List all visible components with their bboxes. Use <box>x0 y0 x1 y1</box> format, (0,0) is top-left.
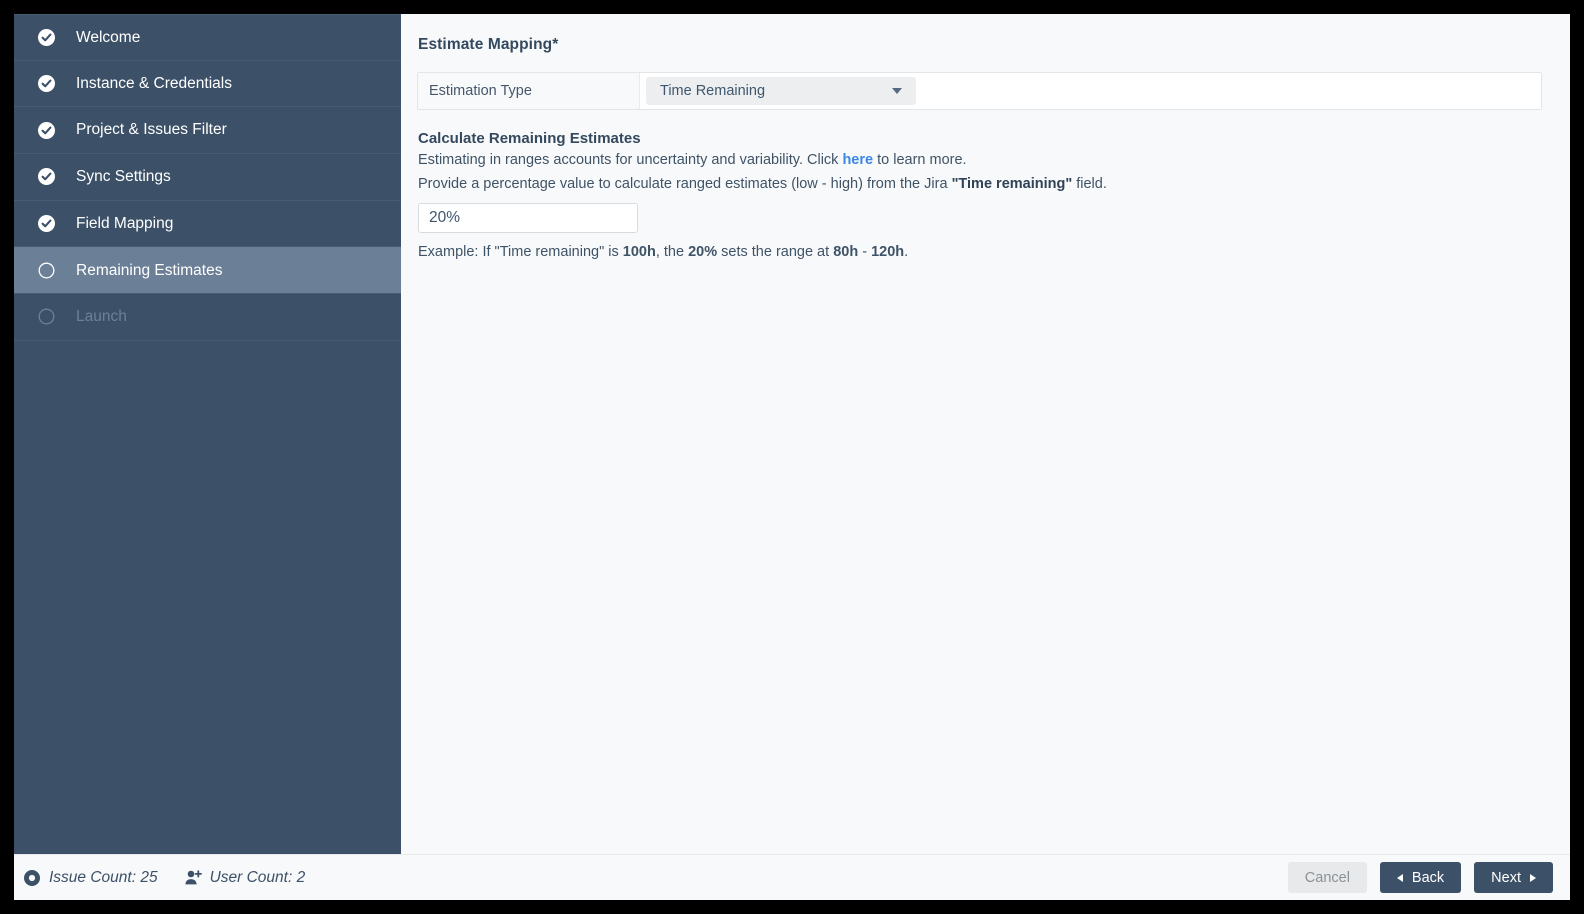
calc-line2-text-2: field. <box>1072 175 1107 192</box>
sidebar-item-field-mapping[interactable]: Field Mapping <box>14 201 401 248</box>
check-circle-icon <box>38 215 55 233</box>
empty-circle-icon <box>38 308 55 325</box>
calc-line2-field-name: "Time remaining" <box>951 175 1073 192</box>
chevron-right-icon <box>1530 873 1536 882</box>
estimation-type-dropdown[interactable]: Time Remaining <box>646 77 916 105</box>
check-circle-icon <box>38 75 55 93</box>
example-text-1: Example: If "Time remaining" is <box>418 244 623 261</box>
status-bar: Issue Count: 25 User Count: 2 <box>23 869 1288 887</box>
back-button-label: Back <box>1411 869 1445 886</box>
main-content: Estimate Mapping* Estimation Type Time R… <box>401 14 1570 854</box>
sidebar-empty-space <box>14 340 401 854</box>
example-value-high: 120h <box>871 244 905 261</box>
check-circle-icon <box>38 168 55 186</box>
calc-line2-text-1: Provide a percentage value to calculate … <box>418 175 952 192</box>
example-text-4: - <box>858 244 872 261</box>
issue-count-status: Issue Count: 25 <box>23 869 158 887</box>
sidebar-item-sync-settings[interactable]: Sync Settings <box>14 154 401 201</box>
sidebar-item-launch: Launch <box>14 294 401 341</box>
example-value-percent: 20% <box>688 244 718 261</box>
sidebar-item-label: Welcome <box>76 28 141 46</box>
sidebar-item-label: Launch <box>76 308 127 326</box>
percentage-input[interactable] <box>418 203 638 234</box>
sidebar-item-label: Field Mapping <box>76 214 174 232</box>
user-count-status: User Count: 2 <box>184 868 306 887</box>
check-circle-icon <box>38 121 55 139</box>
sidebar-item-instance-credentials[interactable]: Instance & Credentials <box>14 61 401 108</box>
window-bezel: Welcome Instance & Credentials Project &… <box>0 0 1584 914</box>
sidebar-item-label: Remaining Estimates <box>76 261 223 279</box>
chevron-down-icon <box>892 88 902 94</box>
example-text-5: . <box>904 244 909 261</box>
sidebar-item-label: Instance & Credentials <box>76 74 232 92</box>
sidebar-item-remaining-estimates[interactable]: Remaining Estimates <box>14 247 401 295</box>
next-button-label: Next <box>1491 869 1521 886</box>
wizard-window: Welcome Instance & Credentials Project &… <box>14 14 1570 900</box>
issue-count-label: Issue Count: 25 <box>49 868 158 886</box>
calculate-description-line-1: Estimating in ranges accounts for uncert… <box>418 150 1554 171</box>
example-text-2: , the <box>655 244 689 261</box>
example-text-3: sets the range at <box>717 244 834 261</box>
calculate-section-heading: Calculate Remaining Estimates <box>418 130 641 147</box>
sidebar-item-label: Sync Settings <box>76 168 171 186</box>
estimation-type-row: Estimation Type Time Remaining <box>417 72 1542 110</box>
back-button[interactable]: Back <box>1379 862 1462 893</box>
estimation-type-selected-value: Time Remaining <box>660 83 766 99</box>
next-button[interactable]: Next <box>1474 862 1553 893</box>
sidebar-item-welcome[interactable]: Welcome <box>14 14 401 61</box>
wizard-sidebar: Welcome Instance & Credentials Project &… <box>14 14 401 854</box>
chevron-left-icon <box>1396 873 1403 882</box>
learn-more-link[interactable]: here <box>842 152 873 168</box>
window-footer: Issue Count: 25 User Count: 2 Cancel Bac… <box>14 854 1570 900</box>
calc-line1-text-after: to learn more. <box>873 152 967 168</box>
example-value-low: 80h <box>833 244 859 261</box>
example-value-100h: 100h <box>622 244 656 261</box>
user-plus-icon <box>184 869 202 887</box>
footer-button-group: Cancel Back Next <box>1287 862 1553 893</box>
sidebar-item-project-issues-filter[interactable]: Project & Issues Filter <box>14 107 401 155</box>
estimation-type-label: Estimation Type <box>418 73 640 109</box>
cancel-button[interactable]: Cancel <box>1287 862 1367 893</box>
empty-circle-icon <box>38 262 55 279</box>
window-body: Welcome Instance & Credentials Project &… <box>14 14 1570 854</box>
sidebar-item-label: Project & Issues Filter <box>76 121 227 139</box>
calculate-description-line-2: Provide a percentage value to calculate … <box>418 174 1554 195</box>
record-circle-icon <box>23 869 41 887</box>
page-title: Estimate Mapping* <box>418 36 559 53</box>
calculate-example-text: Example: If "Time remaining" is 100h, th… <box>418 244 1554 260</box>
user-count-label: User Count: 2 <box>209 868 306 886</box>
check-circle-icon <box>38 28 55 46</box>
calc-line1-text-before: Estimating in ranges accounts for uncert… <box>418 152 843 168</box>
